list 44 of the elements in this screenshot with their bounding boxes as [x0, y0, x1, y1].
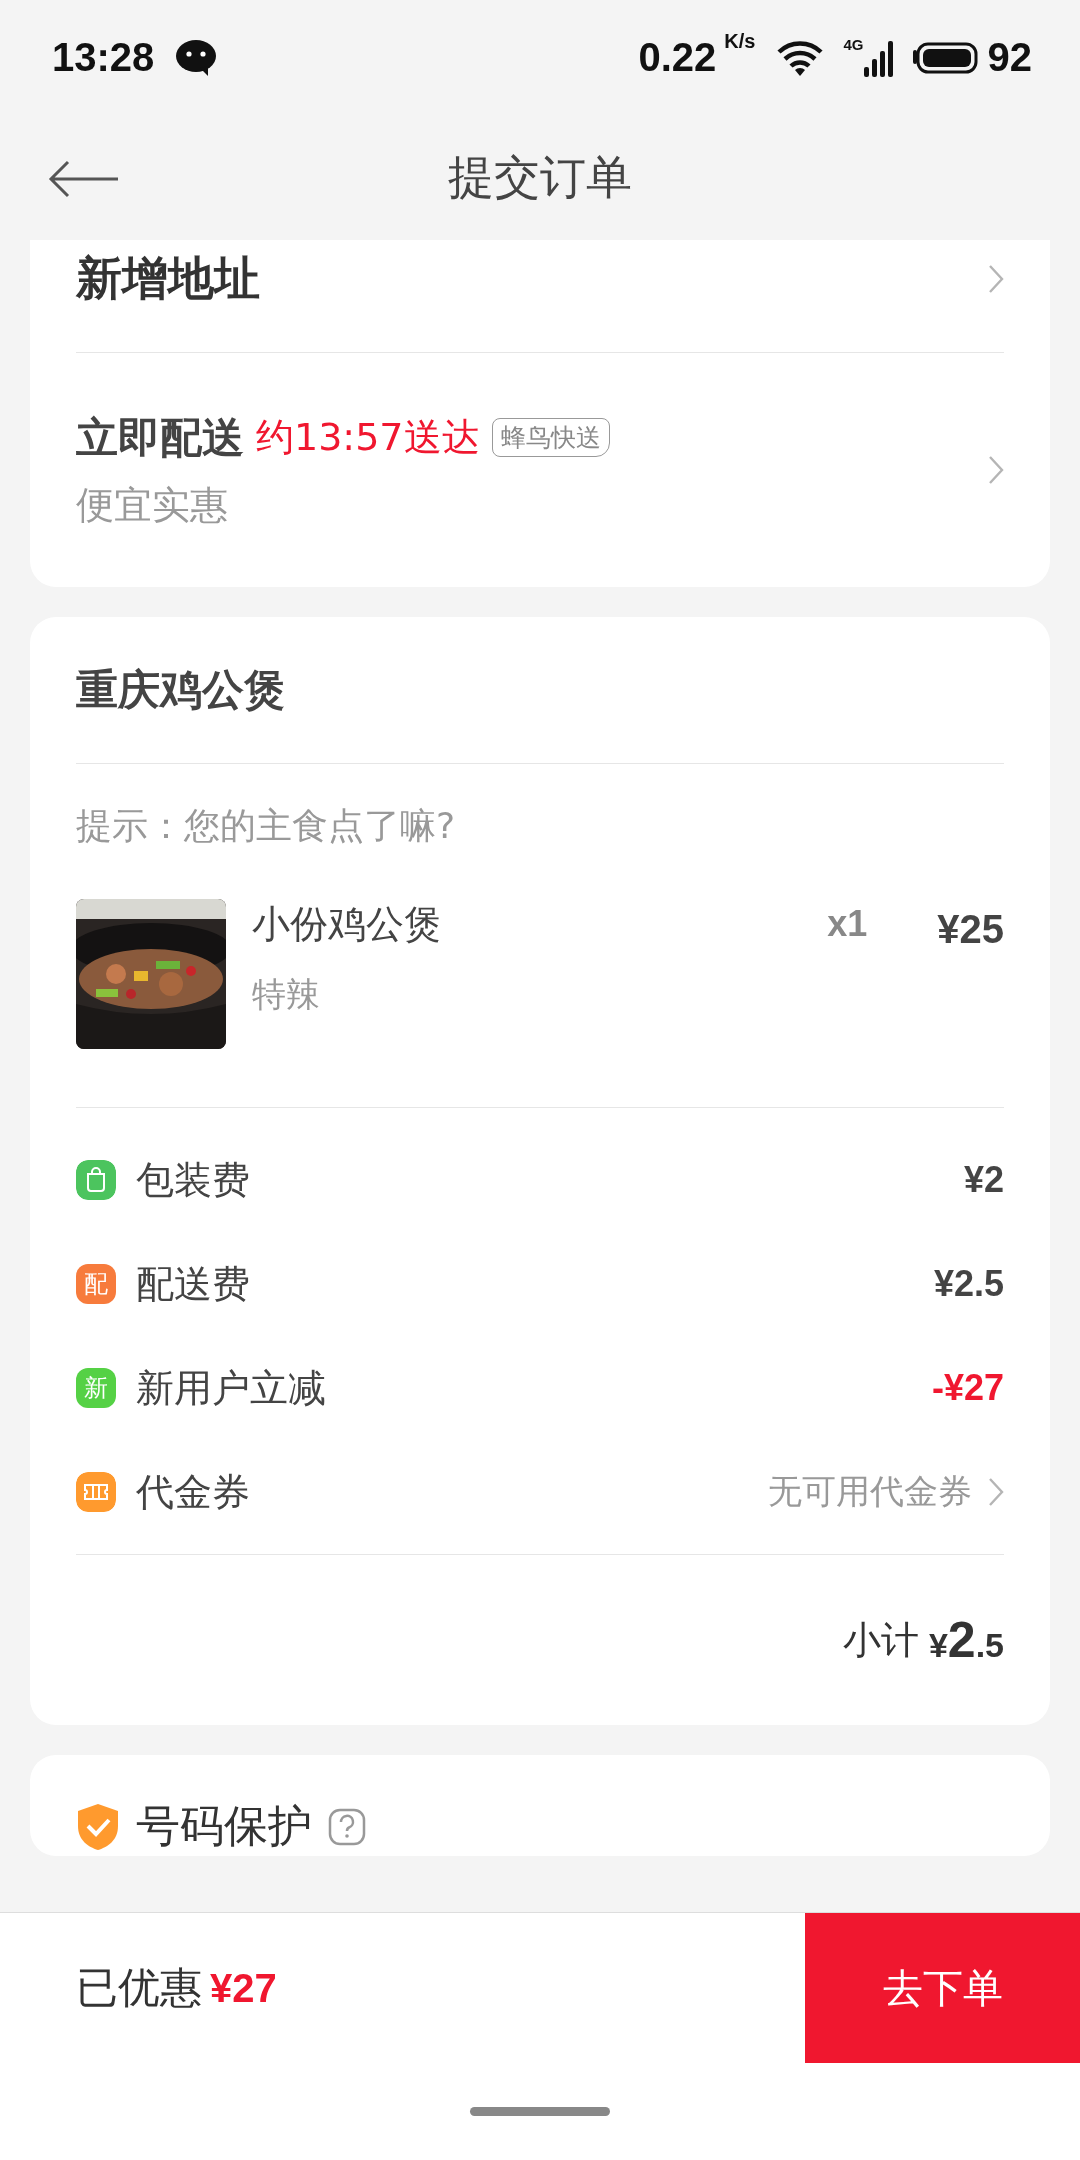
wifi-icon	[777, 39, 824, 76]
fee-label: 代金券	[136, 1468, 251, 1516]
discount-label: 已优惠	[76, 1962, 202, 2014]
item-name: 小份鸡公煲	[252, 901, 443, 948]
badge-icon: 新	[76, 1368, 116, 1408]
network-speed: 0.22	[638, 35, 717, 80]
privacy-label: 号码保护	[136, 1799, 312, 1853]
coupon-row[interactable]: 代金券 无可用代金券	[76, 1440, 1004, 1544]
network-type: 4G	[843, 36, 864, 53]
shield-check-icon	[76, 1801, 120, 1852]
delivery-note: 便宜实惠	[76, 481, 229, 529]
item-price: ¥25	[937, 907, 1004, 952]
subtotal-amount: ¥2.5	[928, 1611, 1004, 1669]
chat-bubble-icon	[174, 37, 219, 78]
help-icon[interactable]	[328, 1807, 366, 1846]
fee-label: 配送费	[136, 1260, 251, 1308]
delivery-mode: 立即配送	[76, 411, 244, 464]
courier-tag: 蜂鸟快送	[491, 418, 610, 457]
discount-amount: ¥27	[210, 1965, 277, 2011]
chevron-right-icon	[988, 264, 1004, 294]
chevron-right-icon	[988, 455, 1004, 485]
coupon-status: 无可用代金券	[768, 1470, 972, 1513]
back-arrow-icon[interactable]	[48, 159, 120, 199]
item-spec: 特辣	[252, 973, 321, 1016]
chevron-right-icon	[988, 1477, 1004, 1507]
page-title: 提交订单	[448, 148, 632, 206]
hint-text: 提示：您的主食点了嘛?	[76, 804, 457, 848]
battery-icon	[911, 41, 978, 74]
battery-level: 92	[987, 35, 1032, 80]
fee-label: 包装费	[136, 1156, 251, 1204]
fee-amount: -¥27	[931, 1367, 1004, 1409]
place-order-button[interactable]: 去下单	[805, 1913, 1080, 2063]
shop-name: 重庆鸡公煲	[76, 664, 286, 716]
signal-icon	[863, 38, 894, 77]
delivery-eta: 约13:57送达	[256, 414, 480, 461]
speed-unit: K/s	[724, 30, 756, 53]
fee-amount: ¥2.5	[933, 1263, 1004, 1305]
fee-amount: ¥2	[963, 1159, 1004, 1201]
badge-icon: 配	[76, 1264, 116, 1304]
add-address-link[interactable]: 新增地址	[76, 248, 260, 310]
subtotal-label: 小计	[842, 1616, 919, 1664]
clock: 13:28	[52, 35, 155, 80]
fee-label: 新用户立减	[136, 1364, 327, 1412]
item-quantity: x1	[827, 903, 868, 945]
